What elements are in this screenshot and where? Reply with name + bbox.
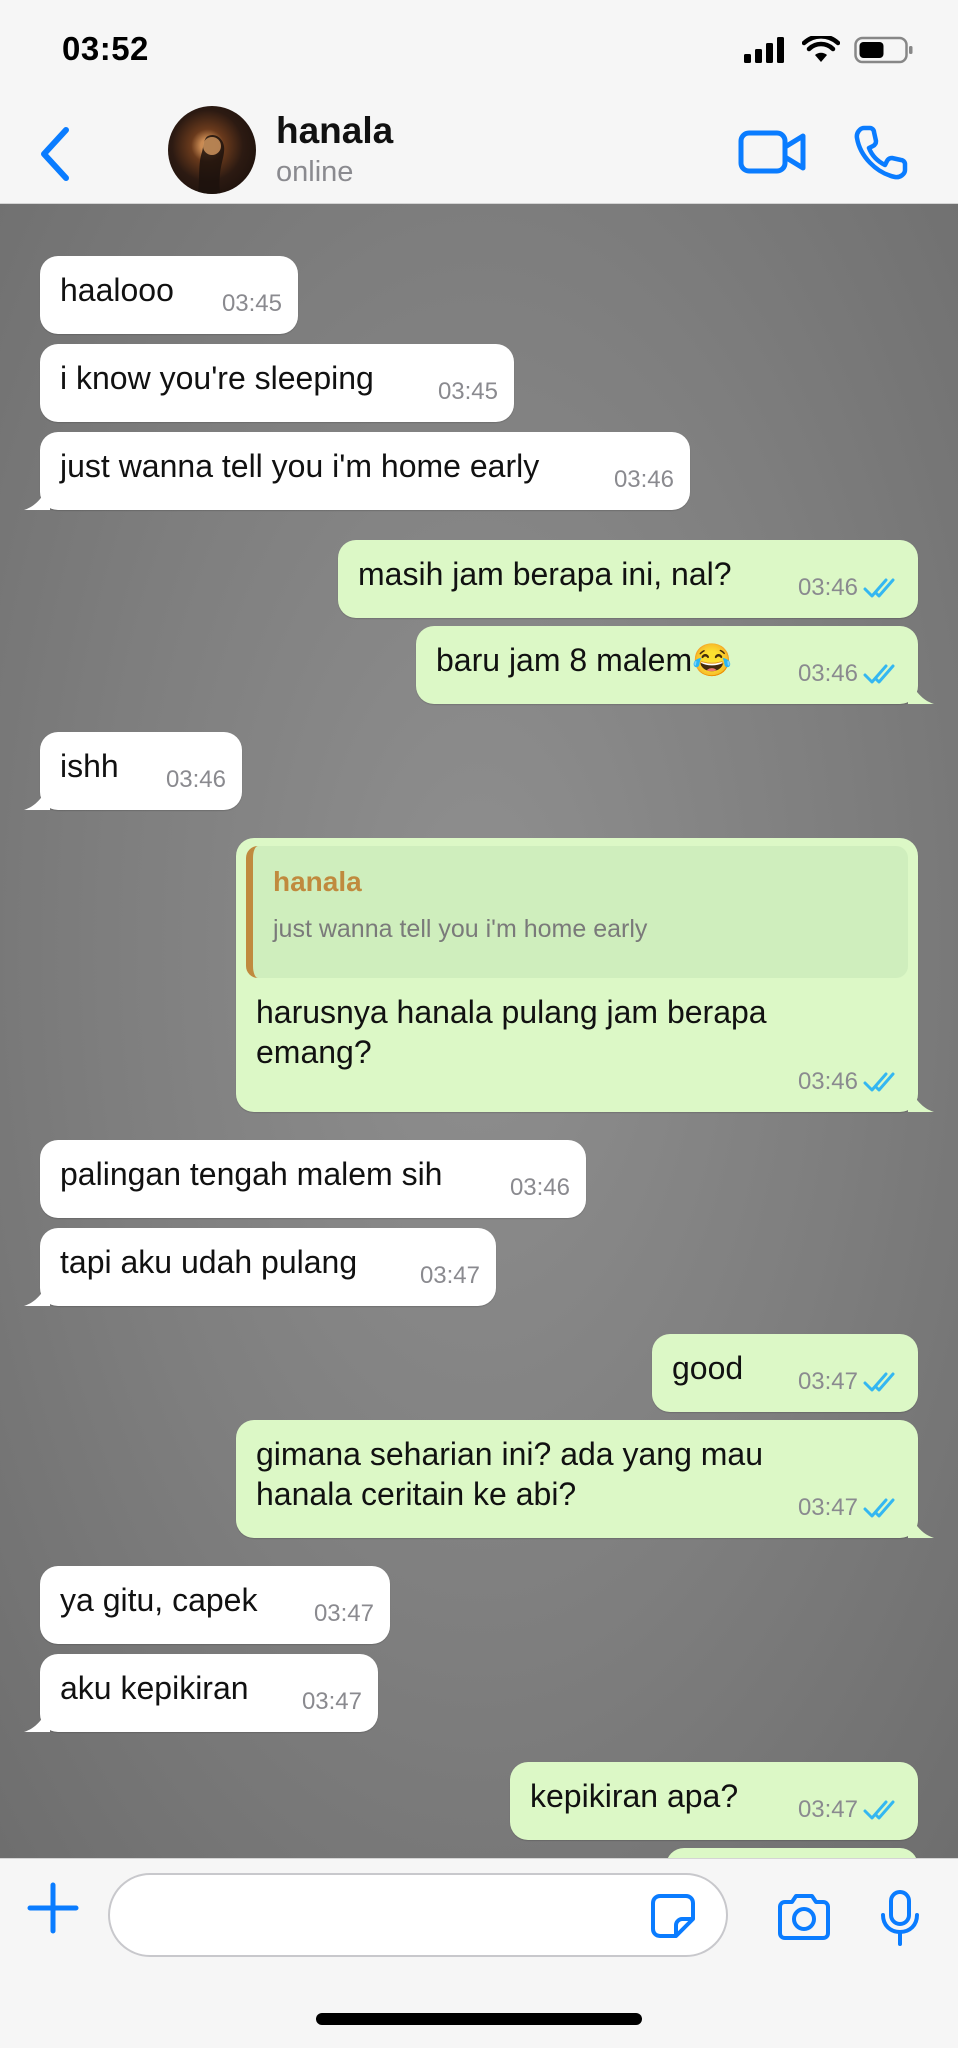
signal-icon [744,37,784,63]
message-text: palingan tengah malem sih [60,1156,443,1192]
bubble-tail [908,1512,934,1538]
message-text: masih jam berapa ini, nal? [358,556,732,592]
status-icons [744,30,914,70]
message-time: 03:46 [797,574,858,601]
bubble-tail [24,784,50,810]
bubble-tail [24,1280,50,1306]
sticker-icon[interactable] [650,1893,696,1939]
message-text: just wanna tell you i'm home early [60,448,540,484]
message-time: 03:47 [797,1796,858,1823]
camera-icon[interactable] [776,1893,832,1941]
double-check-icon [863,1372,895,1392]
message-bubble-outgoing[interactable]: kepikiran apa? 03:47 [510,1762,918,1840]
message-input[interactable] [108,1873,728,1957]
back-chevron-icon[interactable] [34,124,78,184]
message-time: 03:46 [797,660,858,687]
chat-header: hanala online [0,100,958,204]
message-text: haalooo [60,272,174,308]
bubble-tail [24,484,50,510]
message-time: 03:47 [313,1600,374,1627]
contact-status: online [276,156,354,188]
message-time: 03:46 [509,1174,570,1201]
battery-icon [854,36,913,64]
chat-area[interactable]: haalooo 03:45 i know you're sleeping 03:… [0,204,958,1858]
message-bubble-incoming[interactable]: ya gitu, capek 03:47 [40,1566,390,1644]
message-bubble-incoming[interactable]: just wanna tell you i'm home early 03:46 [24,432,690,510]
message-bubble-outgoing-partial[interactable] [666,1848,918,1858]
bubble-tail [908,678,934,704]
message-input-bar [0,1858,958,2048]
message-bubble-incoming[interactable]: haalooo 03:45 [40,256,298,334]
double-check-icon [863,664,895,684]
message-bubble-incoming[interactable]: i know you're sleeping 03:45 [40,344,514,422]
double-check-icon [863,578,895,598]
message-bubble-outgoing[interactable]: good 03:47 [652,1334,918,1412]
message-text: tapi aku udah pulang [60,1244,358,1280]
phone-icon[interactable] [852,124,910,182]
contact-name[interactable]: hanala [276,110,393,152]
wifi-icon [802,36,840,62]
message-bubble-incoming[interactable]: tapi aku udah pulang 03:47 [24,1228,496,1306]
message-time: 03:47 [797,1368,858,1395]
message-text: ya gitu, capek [60,1582,258,1618]
message-text: baru jam 8 malem😂 [436,642,732,678]
message-text: kepikiran apa? [530,1778,739,1814]
message-time: 03:46 [165,766,226,793]
message-time: 03:47 [419,1262,480,1289]
double-check-icon [863,1072,895,1092]
message-bubble-outgoing[interactable]: baru jam 8 malem😂 03:46 [416,626,934,704]
message-text: i know you're sleeping [60,360,374,396]
quoted-text: just wanna tell you i'm home early [273,915,648,943]
message-bubble-outgoing[interactable]: gimana seharian ini? ada yang mau hanala… [236,1420,934,1538]
microphone-icon[interactable] [880,1889,920,1947]
message-time: 03:47 [797,1494,858,1521]
message-text: good [672,1350,744,1386]
message-bubble-incoming[interactable]: palingan tengah malem sih 03:46 [40,1140,586,1218]
video-call-icon[interactable] [738,126,806,178]
message-bubble-incoming[interactable]: aku kepikiran 03:47 [24,1654,378,1732]
double-check-icon [863,1800,895,1820]
message-bubble-outgoing[interactable]: masih jam berapa ini, nal? 03:46 [338,540,918,618]
plus-icon[interactable] [26,1881,80,1935]
double-check-icon [863,1498,895,1518]
avatar-figure-icon [198,134,225,194]
message-time: 03:45 [221,290,282,317]
message-time: 03:46 [797,1068,858,1095]
quoted-author: hanala [273,866,362,897]
message-bubble-outgoing[interactable]: hanala just wanna tell you i'm home earl… [236,838,934,1112]
status-time: 03:52 [62,30,149,67]
message-text: aku kepikiran [60,1670,249,1706]
contact-avatar[interactable] [168,106,256,194]
message-bubble-incoming[interactable]: ishh 03:46 [24,732,242,810]
message-text: harusnya hanala pulang jam berapa emang? [256,994,767,1070]
quoted-reply[interactable]: hanala just wanna tell you i'm home earl… [246,846,908,978]
status-bar: 03:52 [0,0,958,100]
message-time: 03:47 [301,1688,362,1715]
bubble-tail [908,1086,934,1112]
home-indicator [316,2013,642,2025]
message-time: 03:46 [613,466,674,493]
message-text: ishh [60,748,119,784]
message-time: 03:45 [437,378,498,405]
bubble-tail [24,1706,50,1732]
